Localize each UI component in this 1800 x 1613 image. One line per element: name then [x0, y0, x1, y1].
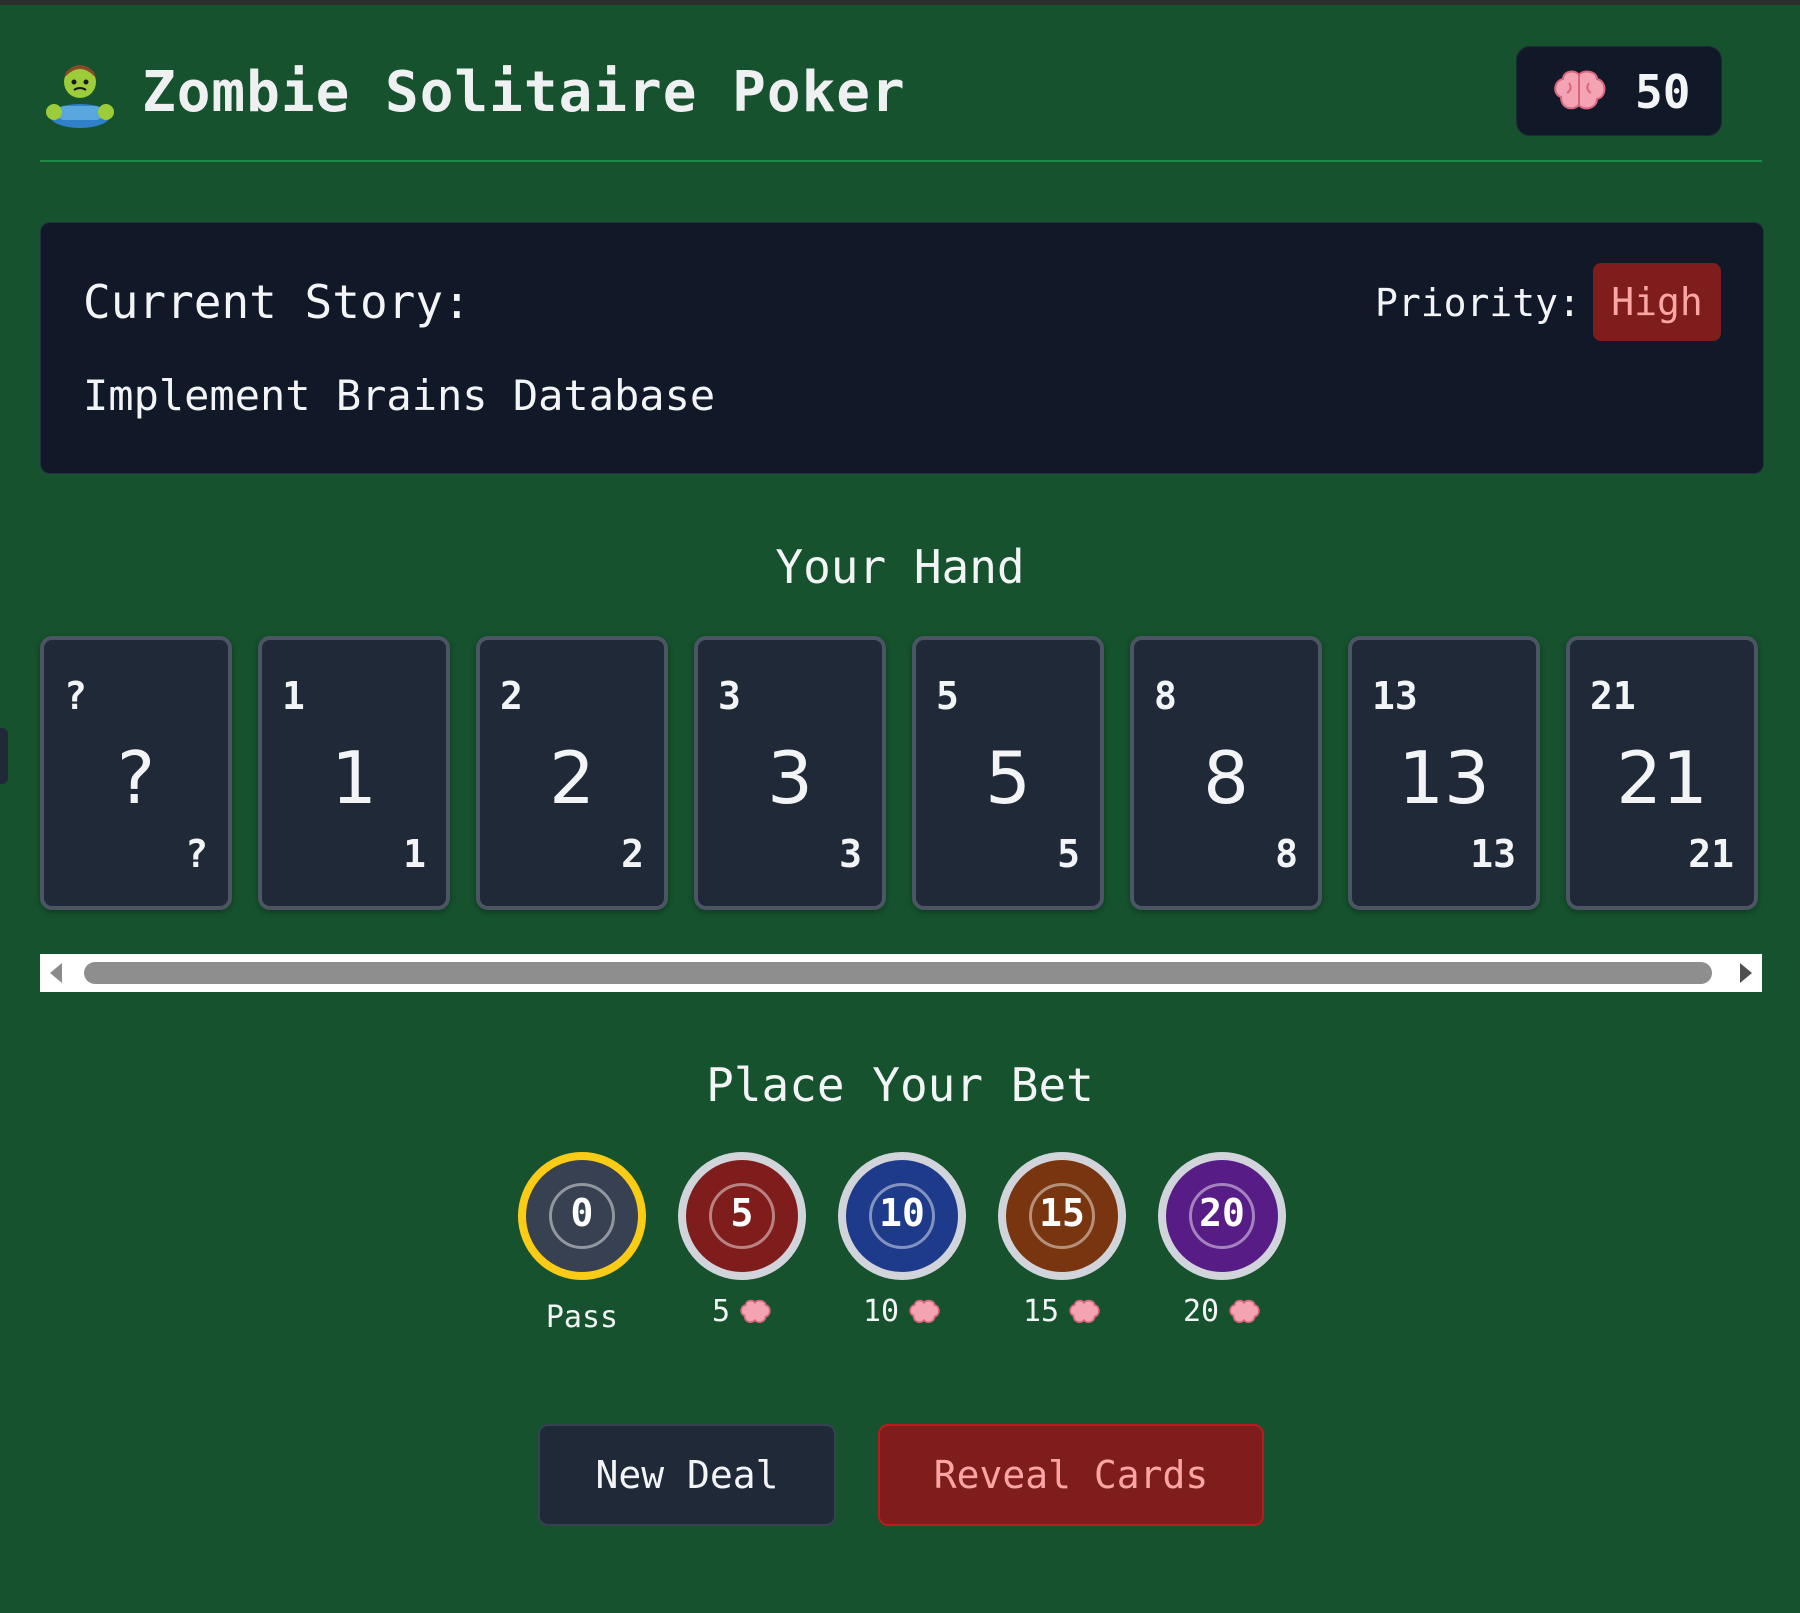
card-corner-bottom: 13	[1470, 832, 1516, 876]
card-21[interactable]: 21 21 21	[1566, 636, 1758, 910]
story-panel: Current Story: Implement Brains Database…	[40, 222, 1764, 474]
card-corner-top: 13	[1372, 674, 1418, 718]
card-value: 8	[1203, 736, 1249, 820]
priority-badge: High	[1593, 263, 1721, 341]
card-value: 3	[767, 736, 813, 820]
card-5[interactable]: 5 5 5	[912, 636, 1104, 910]
scroll-thumb[interactable]	[84, 962, 1712, 984]
app-title: Zombie Solitaire Poker	[142, 60, 906, 125]
card-corner-top: 1	[282, 674, 305, 718]
card-corner-top: 2	[500, 674, 523, 718]
card-corner-top: 3	[718, 674, 741, 718]
hand-title: Your Hand	[775, 540, 1025, 594]
card-value: 5	[985, 736, 1031, 820]
card-value: ?	[116, 736, 156, 820]
story-label: Current Story:	[83, 275, 471, 329]
brain-icon	[1069, 1299, 1100, 1323]
hand-scrollbar[interactable]	[40, 954, 1762, 992]
card-corner-bottom: 3	[839, 832, 862, 876]
card-value: 21	[1616, 736, 1708, 820]
chip-5[interactable]: 5 5	[672, 1152, 812, 1329]
chip-value: 0	[570, 1191, 594, 1235]
chip[interactable]: 0	[518, 1152, 646, 1280]
card-value: 1	[331, 736, 377, 820]
chip-10[interactable]: 10 10	[832, 1152, 972, 1329]
card-question[interactable]: ? ? ?	[40, 636, 232, 910]
new-deal-button[interactable]: New Deal	[538, 1424, 836, 1526]
card-2[interactable]: 2 2 2	[476, 636, 668, 910]
chip-value: 20	[1199, 1191, 1245, 1235]
chip-label: 5	[672, 1294, 812, 1329]
card-corner-top: 5	[936, 674, 959, 718]
chip-value: 10	[879, 1191, 925, 1235]
card-8[interactable]: 8 8 8	[1130, 636, 1322, 910]
card-13[interactable]: 13 13 13	[1348, 636, 1540, 910]
brains-counter: 50	[1516, 46, 1722, 136]
chip-20[interactable]: 20 20	[1152, 1152, 1292, 1329]
card-corner-top: 8	[1154, 674, 1177, 718]
chip-value: 5	[730, 1191, 754, 1235]
card-corner-bottom: 5	[1057, 832, 1080, 876]
window-top-border	[0, 0, 1800, 5]
brain-icon	[1554, 70, 1606, 110]
zombie-icon	[46, 65, 114, 128]
card-corner-bottom: 21	[1688, 832, 1734, 876]
brains-count: 50	[1635, 65, 1691, 119]
chip-label: 15	[992, 1294, 1132, 1329]
chip-label: Pass	[512, 1300, 652, 1335]
chip[interactable]: 15	[998, 1152, 1126, 1280]
story-name: Implement Brains Database	[83, 371, 716, 420]
chip-label-text: 10	[862, 1294, 900, 1329]
chip-value: 15	[1039, 1191, 1085, 1235]
card-corner-bottom: 2	[621, 832, 644, 876]
card-corner-bottom: 8	[1275, 832, 1298, 876]
card-3[interactable]: 3 3 3	[694, 636, 886, 910]
scroll-right-arrow-icon[interactable]	[1740, 963, 1752, 983]
card-corner-bottom: 1	[403, 832, 426, 876]
bet-chips: 0 Pass 5 5 10 10 15 15 20 20	[0, 1152, 1800, 1335]
chip-label-text: 20	[1182, 1294, 1220, 1329]
brain-icon	[909, 1299, 940, 1323]
brain-icon	[740, 1299, 771, 1323]
chip-label: 10	[832, 1294, 972, 1329]
bet-title: Place Your Bet	[706, 1058, 1094, 1112]
scroll-left-arrow-icon[interactable]	[50, 963, 62, 983]
chip-pass[interactable]: 0 Pass	[512, 1152, 652, 1335]
reveal-cards-button[interactable]: Reveal Cards	[878, 1424, 1264, 1526]
chip[interactable]: 20	[1158, 1152, 1286, 1280]
brain-icon	[1229, 1299, 1260, 1323]
card-value: 13	[1398, 736, 1490, 820]
chip-label-text: 5	[711, 1294, 731, 1329]
card-corner-top: ?	[64, 674, 87, 718]
chip[interactable]: 10	[838, 1152, 966, 1280]
side-handle[interactable]	[0, 728, 8, 784]
card-1[interactable]: 1 1 1	[258, 636, 450, 910]
chip-label-text: Pass	[545, 1300, 619, 1335]
priority-label: Priority:	[1375, 281, 1581, 325]
chip[interactable]: 5	[678, 1152, 806, 1280]
chip-15[interactable]: 15 15	[992, 1152, 1132, 1329]
header: Zombie Solitaire Poker 50	[40, 42, 1762, 162]
chip-label-text: 15	[1022, 1294, 1060, 1329]
card-value: 2	[549, 736, 595, 820]
card-corner-top: 21	[1590, 674, 1636, 718]
chip-label: 20	[1152, 1294, 1292, 1329]
hand-cards: ? ? ? 1 1 1 2 2 2 3 3 3 5 5 5 8 8 8 13 1…	[40, 636, 1762, 916]
card-corner-bottom: ?	[185, 832, 208, 876]
